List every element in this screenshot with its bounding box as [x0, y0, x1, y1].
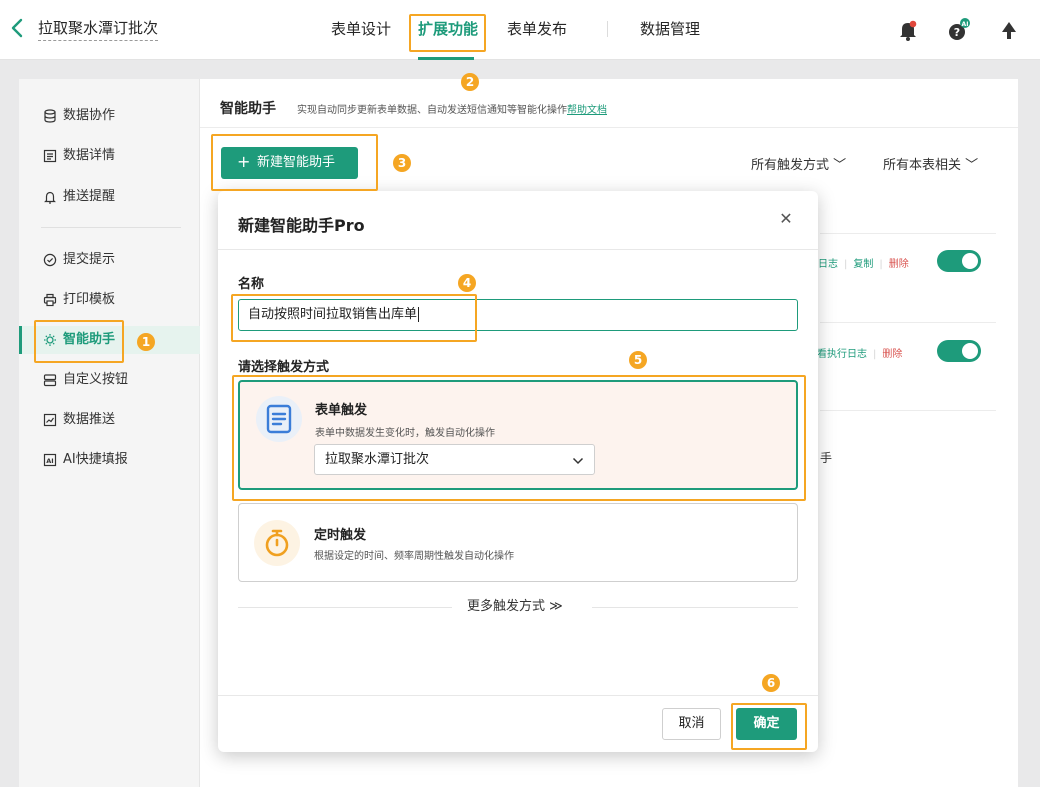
enable-toggle[interactable] [937, 250, 981, 272]
step-badge-3: 3 [393, 154, 411, 172]
highlight-new-button [211, 134, 378, 191]
sidebar-item-label: 自定义按钮 [63, 372, 129, 387]
row-actions: 日志 | 复制 | 删除 [818, 259, 909, 270]
sidebar-item-label: 数据协作 [63, 108, 116, 123]
toggle-knob [962, 253, 978, 269]
sidebar-item-ai-quick-fill[interactable]: AI AI快捷填报 [19, 446, 200, 474]
name-label: 名称 [238, 277, 265, 292]
step-badge-6: 6 [762, 674, 780, 692]
chevron-down-icon: ﹀ [965, 158, 979, 173]
trigger-label: 请选择触发方式 [238, 360, 330, 375]
tab-form-design[interactable]: 表单设计 [331, 19, 391, 39]
highlight-extensions-tab [409, 14, 486, 52]
page-description: 实现自动同步更新表单数据、自动发送短信通知等智能化操作帮助文档 [297, 105, 607, 116]
dialog-header-divider [218, 249, 818, 250]
page-title: 智能助手 [220, 101, 276, 117]
trigger-title: 定时触发 [314, 528, 367, 543]
relation-filter-dropdown[interactable]: 所有本表相关 ﹀ [883, 154, 978, 173]
sidebar: 数据协作 数据详情 推送提醒 提交提示 打印模板 智能助手 自定义按钮 数据推送… [19, 79, 200, 787]
sidebar-item-label: 打印模板 [63, 292, 116, 307]
printer-icon [43, 293, 57, 307]
check-circle-icon [43, 253, 57, 267]
view-log-link[interactable]: 看执行日志 [817, 349, 867, 360]
tab-form-publish[interactable]: 表单发布 [507, 19, 567, 39]
upgrade-icon[interactable] [998, 18, 1020, 42]
trigger-card-timer[interactable]: 定时触发 根据设定的时间、频率周期性触发自动化操作 [238, 503, 798, 582]
dialog-footer-divider [218, 695, 818, 696]
double-chevron-down-icon: ≫ [549, 599, 563, 614]
ai-badge: AI [962, 21, 969, 28]
highlight-name-input [231, 294, 477, 342]
tab-divider [607, 21, 608, 37]
sidebar-divider [41, 227, 181, 228]
database-icon [43, 109, 57, 123]
help-icon[interactable]: ? AI [946, 18, 972, 42]
step-badge-2: 2 [461, 73, 479, 91]
row-divider [820, 233, 996, 234]
bell-icon [43, 190, 57, 204]
view-log-link[interactable]: 日志 [818, 259, 838, 270]
sidebar-item-label: AI快捷填报 [63, 452, 128, 467]
sidebar-item-submit-tip[interactable]: 提交提示 [19, 246, 200, 274]
sidebar-item-label: 数据推送 [63, 412, 116, 427]
header-divider [200, 127, 1018, 128]
sidebar-item-custom-button[interactable]: 自定义按钮 [19, 366, 200, 394]
step-badge-5: 5 [629, 351, 647, 369]
svg-text:AI: AI [46, 457, 53, 465]
trigger-description: 根据设定的时间、频率周期性触发自动化操作 [314, 551, 514, 562]
delete-link[interactable]: 删除 [889, 259, 909, 270]
detail-icon [43, 149, 57, 163]
more-divider-right [592, 607, 798, 608]
toggle-knob [962, 343, 978, 359]
more-divider-left [238, 607, 452, 608]
sidebar-item-label: 数据详情 [63, 148, 116, 163]
row-partial-text: 手 [820, 451, 833, 465]
highlight-form-trigger [232, 375, 806, 501]
bell-icon[interactable] [897, 18, 919, 42]
sidebar-item-data-detail[interactable]: 数据详情 [19, 142, 200, 170]
sidebar-item-label: 推送提醒 [63, 189, 116, 204]
dialog-title: 新建智能助手Pro [238, 216, 365, 235]
row-actions: 看执行日志 | 删除 [817, 349, 903, 360]
highlight-smart-assistant [34, 320, 124, 363]
more-triggers[interactable]: 更多触发方式 ≫ [238, 599, 798, 615]
sidebar-item-data-push[interactable]: 数据推送 [19, 406, 200, 434]
help-doc-link[interactable]: 帮助文档 [567, 105, 607, 116]
top-bar: 拉取聚水潭订批次 表单设计 扩展功能 表单发布 数据管理 ? AI [0, 0, 1040, 60]
sidebar-item-push-reminder[interactable]: 推送提醒 [19, 183, 200, 211]
chart-icon [43, 413, 57, 427]
row-divider [820, 322, 996, 323]
tab-data-management[interactable]: 数据管理 [640, 19, 700, 39]
timer-icon [254, 520, 300, 566]
cancel-button[interactable]: 取消 [662, 708, 721, 740]
active-tab-indicator [418, 57, 474, 60]
active-indicator [19, 326, 22, 354]
row-divider [820, 410, 996, 411]
close-icon[interactable]: ✕ [776, 209, 796, 229]
highlight-confirm-button [731, 703, 807, 750]
copy-link[interactable]: 复制 [853, 259, 873, 270]
button-icon [43, 373, 57, 387]
sidebar-item-label: 提交提示 [63, 252, 116, 267]
step-badge-1: 1 [137, 333, 155, 351]
trigger-filter-dropdown[interactable]: 所有触发方式 ﹀ [751, 154, 846, 173]
app-title[interactable]: 拉取聚水潭订批次 [38, 19, 159, 41]
svg-text:?: ? [954, 26, 960, 39]
sidebar-item-data-collaboration[interactable]: 数据协作 [19, 102, 200, 130]
sidebar-item-print-template[interactable]: 打印模板 [19, 286, 200, 314]
back-icon[interactable] [8, 14, 26, 42]
chevron-down-icon: ﹀ [833, 158, 847, 173]
enable-toggle[interactable] [937, 340, 981, 362]
delete-link[interactable]: 删除 [882, 349, 902, 360]
step-badge-4: 4 [458, 274, 476, 292]
ai-icon: AI [43, 453, 57, 467]
